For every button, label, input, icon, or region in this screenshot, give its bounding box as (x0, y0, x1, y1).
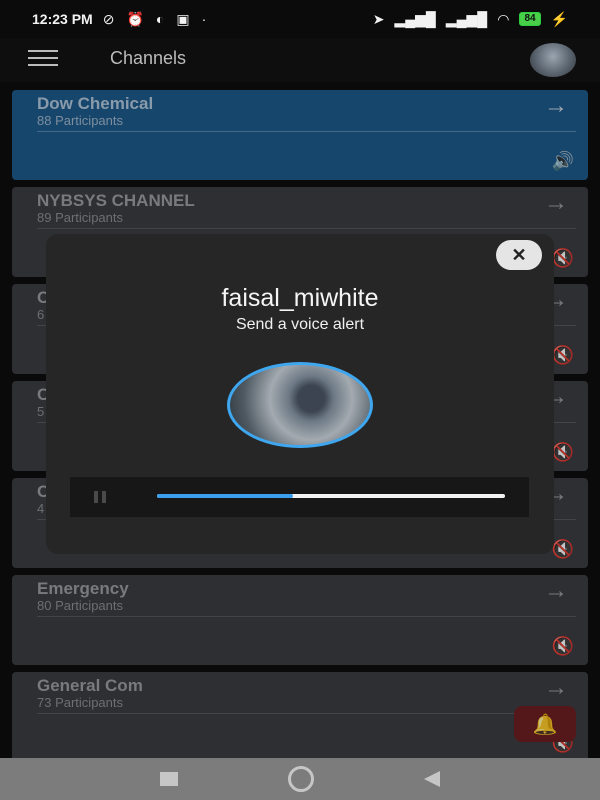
status-left-icons: ⊘ ⏰ ◐ ▣ · (103, 11, 207, 28)
pause-icon[interactable] (94, 491, 106, 503)
dialog-username: faisal_miwhite (221, 284, 379, 312)
dot-icon: · (201, 10, 207, 27)
voice-alert-dialog: ✕ faisal_miwhite Send a voice alert (46, 234, 554, 554)
app-bar: Channels (0, 38, 600, 82)
profile-avatar[interactable] (530, 43, 576, 77)
dialog-subtitle: Send a voice alert (235, 316, 365, 333)
audio-player (70, 477, 529, 517)
menu-icon[interactable] (28, 50, 58, 70)
location-icon: ➤ (372, 10, 385, 27)
charging-icon: ⚡ (550, 10, 568, 27)
page-title: Channels (110, 48, 187, 68)
alarm-icon: ⏰ (126, 10, 144, 27)
battery-icon: 84 (519, 12, 541, 26)
status-bar: 12:23 PM ⊘ ⏰ ◐ ▣ · ➤ ▂▄▆█ ▂▄▆█ ◠ 84 ⚡ (0, 0, 600, 38)
close-button[interactable]: ✕ (496, 240, 542, 270)
signal-icon: ▂▄▆█ (394, 10, 436, 27)
audio-progress-bar[interactable] (157, 494, 505, 498)
back-icon[interactable] (424, 771, 440, 787)
wifi-icon: ◠ (497, 10, 510, 27)
system-nav-bar (0, 758, 600, 800)
home-icon[interactable] (288, 766, 314, 792)
signal-2-icon: ▂▄▆█ (445, 10, 488, 27)
audio-progress-fill (157, 494, 293, 498)
data-saver-icon: ◐ (155, 10, 165, 27)
notification-icon: ▣ (176, 10, 190, 27)
status-right-icons: ➤ ▂▄▆█ ▂▄▆█ ◠ 84 ⚡ (373, 11, 568, 28)
status-time: 12:23 PM (32, 11, 93, 27)
recent-apps-icon[interactable] (160, 772, 178, 786)
mute-alarm-icon: ⊘ (102, 10, 115, 27)
user-avatar (227, 362, 373, 448)
